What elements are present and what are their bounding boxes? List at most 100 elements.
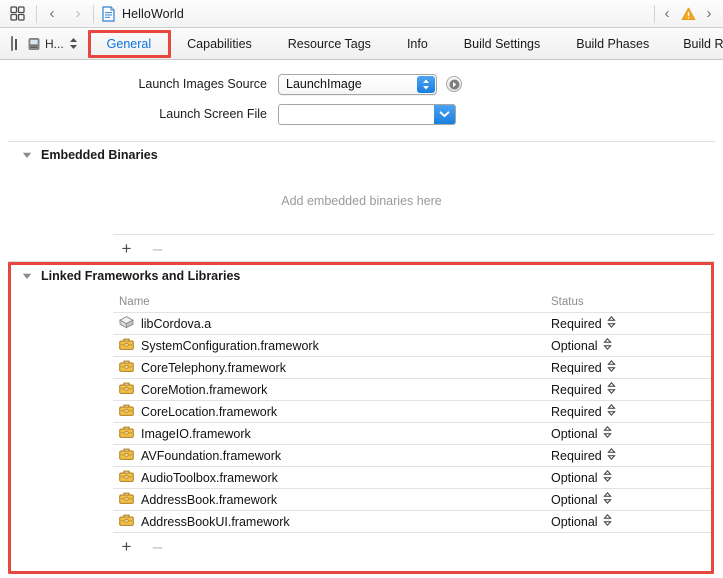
document-title: HelloWorld [122, 7, 184, 21]
table-row[interactable]: AddressBook.framework Optional [0, 489, 723, 510]
tab-build-rules[interactable]: Build Ru [672, 37, 723, 51]
target-selector[interactable]: H... [27, 37, 78, 51]
chevron-down-icon [434, 105, 455, 124]
framework-status-cell[interactable]: Required [480, 360, 620, 375]
status-stepper-icon[interactable] [607, 316, 616, 331]
xcode-project-editor-window: ‹ › HelloWorld ‹ › [0, 0, 723, 578]
framework-status-label: Required [551, 449, 602, 463]
table-row[interactable]: AudioToolbox.framework Optional [0, 467, 723, 488]
framework-name-label: AudioToolbox.framework [141, 471, 278, 485]
reveal-asset-button[interactable] [446, 76, 462, 92]
framework-name-cell: libCordova.a [0, 315, 480, 332]
tab-info[interactable]: Info [396, 37, 439, 51]
jump-bar: ‹ › HelloWorld ‹ › [0, 0, 723, 28]
tab-build-settings[interactable]: Build Settings [453, 37, 551, 51]
framework-name-cell: AudioToolbox.framework [0, 469, 480, 486]
status-stepper-icon[interactable] [603, 514, 612, 529]
target-stepper-icon[interactable] [69, 37, 78, 50]
framework-status-cell[interactable]: Optional [480, 492, 620, 507]
disclosure-triangle-icon[interactable] [22, 150, 32, 160]
sidebar-toggle-icon[interactable] [11, 36, 13, 51]
warning-triangle-icon[interactable] [677, 0, 699, 27]
status-stepper-icon[interactable] [607, 382, 616, 397]
launch-screen-file-label: Launch Screen File [0, 107, 278, 121]
framework-name-cell: AddressBook.framework [0, 491, 480, 508]
framework-status-label: Required [551, 405, 602, 419]
disclosure-triangle-icon-linked[interactable] [22, 271, 32, 281]
status-stepper-icon[interactable] [607, 404, 616, 419]
table-row[interactable]: ImageIO.framework Optional [0, 423, 723, 444]
launch-images-source-popup[interactable]: LaunchImage [278, 74, 437, 95]
embedded-binaries-header[interactable]: Embedded Binaries [0, 142, 723, 168]
document-icon [102, 6, 115, 22]
back-button[interactable]: ‹ [39, 0, 65, 27]
issue-previous-button[interactable]: ‹ [657, 0, 677, 27]
project-editor-tab-bar: H... General Capabilities Resource Tags … [0, 28, 723, 60]
tab-general[interactable]: General [96, 37, 162, 51]
framework-status-label: Optional [551, 471, 598, 485]
table-body: libCordova.a Required SystemConfiguration.… [0, 313, 723, 533]
column-header-name: Name [0, 296, 480, 308]
table-row[interactable]: CoreMotion.frameworkRequired [0, 379, 723, 400]
status-stepper-icon[interactable] [603, 470, 612, 485]
archive-library-icon [119, 315, 134, 332]
status-stepper-icon[interactable] [603, 338, 612, 353]
framework-status-label: Optional [551, 427, 598, 441]
framework-icon [119, 381, 134, 398]
forward-button[interactable]: › [65, 0, 91, 27]
target-icon [27, 37, 41, 51]
linked-frameworks-header[interactable]: Linked Frameworks and Libraries [0, 262, 723, 290]
tab-capabilities[interactable]: Capabilities [176, 37, 263, 51]
issue-next-button[interactable]: › [699, 0, 719, 27]
column-header-status: Status [480, 296, 620, 308]
framework-name-cell: CoreLocation.framework [0, 403, 480, 420]
framework-status-cell[interactable]: Required [480, 448, 620, 463]
launch-screen-file-row: Launch Screen File [0, 99, 723, 129]
table-row[interactable]: AVFoundation.framework Required [0, 445, 723, 466]
framework-status-label: Required [551, 383, 602, 397]
table-row[interactable]: SystemConfiguration.framework Optional [0, 335, 723, 356]
framework-name-label: CoreLocation.framework [141, 405, 277, 419]
linked-frameworks-footer: + – [0, 533, 723, 559]
launch-screen-file-combo[interactable] [278, 104, 456, 125]
framework-status-cell[interactable]: Optional [480, 426, 620, 441]
status-stepper-icon[interactable] [603, 492, 612, 507]
framework-status-cell[interactable]: Required [480, 404, 620, 419]
grid-view-icon[interactable] [0, 0, 34, 27]
framework-name-cell: ImageIO.framework [0, 425, 480, 442]
table-row[interactable]: CoreTelephony.frameworkRequired [0, 357, 723, 378]
table-row[interactable]: AddressBookUI.framework Optional [0, 511, 723, 532]
tab-build-phases[interactable]: Build Phases [565, 37, 660, 51]
framework-icon [119, 491, 134, 508]
linked-frameworks-add-button[interactable]: + [120, 538, 133, 555]
status-stepper-icon[interactable] [607, 360, 616, 375]
framework-status-cell[interactable]: Optional [480, 514, 620, 529]
framework-status-cell[interactable]: Required [480, 382, 620, 397]
framework-name-label: SystemConfiguration.framework [141, 339, 319, 353]
framework-icon [119, 425, 134, 442]
status-stepper-icon[interactable] [603, 426, 612, 441]
toolbar-divider-1 [36, 5, 37, 23]
table-row[interactable]: libCordova.a Required [0, 313, 723, 334]
framework-name-cell: CoreTelephony.framework [0, 359, 480, 376]
framework-status-cell[interactable]: Optional [480, 338, 620, 353]
framework-icon [119, 447, 134, 464]
framework-icon [119, 513, 134, 530]
status-stepper-icon[interactable] [607, 448, 616, 463]
framework-name-label: AddressBook.framework [141, 493, 277, 507]
framework-icon [119, 469, 134, 486]
framework-status-cell[interactable]: Required [480, 316, 620, 331]
table-header-row: Name Status [0, 292, 723, 312]
framework-name-cell: AVFoundation.framework [0, 447, 480, 464]
tab-resource-tags[interactable]: Resource Tags [277, 37, 382, 51]
framework-status-label: Optional [551, 339, 598, 353]
table-row[interactable]: CoreLocation.framework Required [0, 401, 723, 422]
framework-icon [119, 359, 134, 376]
embedded-binaries-add-button[interactable]: + [120, 240, 133, 257]
embedded-binaries-dropzone[interactable]: Add embedded binaries here [0, 168, 723, 234]
framework-name-label: AddressBookUI.framework [141, 515, 290, 529]
target-label: H... [45, 37, 64, 51]
framework-status-label: Required [551, 317, 602, 331]
launch-images-source-row: Launch Images Source LaunchImage [0, 69, 723, 99]
framework-status-cell[interactable]: Optional [480, 470, 620, 485]
